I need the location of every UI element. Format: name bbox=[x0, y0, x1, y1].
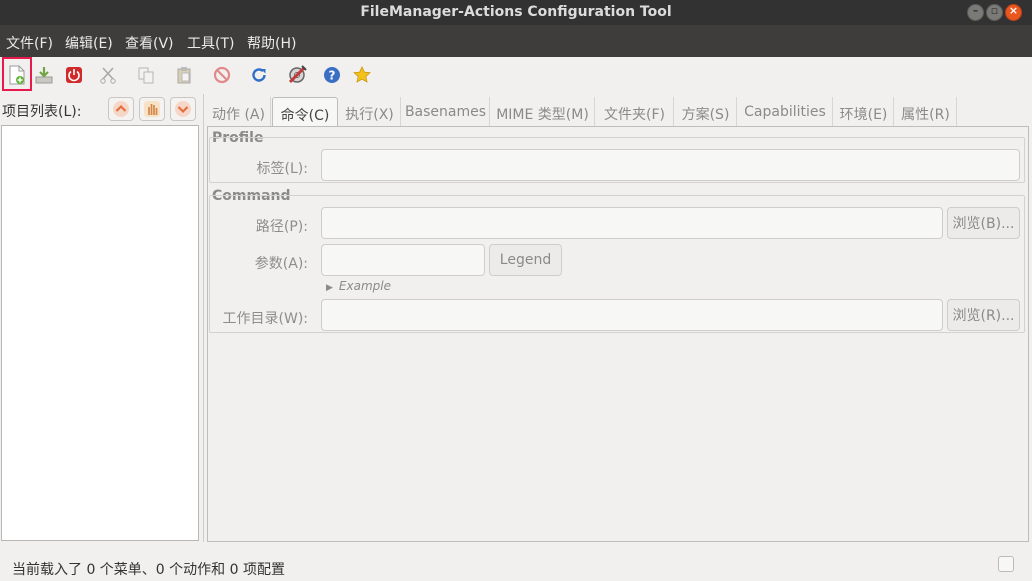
paste-icon bbox=[177, 67, 191, 84]
move-down-button[interactable] bbox=[170, 97, 196, 121]
tab-folders[interactable]: 文件夹(F) bbox=[596, 97, 674, 127]
delete-icon bbox=[213, 66, 231, 84]
tab-execution[interactable]: 执行(X) bbox=[339, 97, 401, 127]
copy-button[interactable] bbox=[135, 64, 157, 86]
status-text: 当前载入了 0 个菜单、0 个动作和 0 项配置 bbox=[12, 562, 285, 578]
close-icon: × bbox=[1008, 4, 1019, 17]
save-button[interactable] bbox=[33, 64, 55, 86]
menu-bar: 文件(F) 编辑(E) 查看(V) 工具(T) 帮助(H) bbox=[0, 25, 1032, 57]
menu-file[interactable]: 文件(F) bbox=[6, 33, 53, 53]
new-menu-icon bbox=[9, 65, 25, 85]
menu-tools[interactable]: 工具(T) bbox=[187, 33, 234, 53]
tab-properties[interactable]: 属性(R) bbox=[895, 97, 957, 127]
pane-divider[interactable] bbox=[203, 94, 204, 542]
move-up-button[interactable] bbox=[108, 97, 134, 121]
drag-handle-button[interactable] bbox=[139, 97, 165, 121]
paste-button[interactable] bbox=[173, 64, 195, 86]
save-icon bbox=[35, 67, 53, 84]
example-label: Example bbox=[338, 279, 391, 293]
menu-view[interactable]: 查看(V) bbox=[125, 33, 174, 53]
title-bar: FileManager-Actions Configuration Tool –… bbox=[0, 0, 1032, 25]
preferences-icon bbox=[288, 65, 307, 84]
maximize-button[interactable]: ▫ bbox=[986, 4, 1003, 21]
tab-command[interactable]: 命令(C) bbox=[272, 97, 338, 127]
browse-path-button[interactable]: 浏览(B)... bbox=[947, 207, 1020, 239]
tab-action[interactable]: 动作 (A) bbox=[207, 97, 271, 127]
browse-workdir-button[interactable]: 浏览(R)... bbox=[947, 299, 1020, 331]
reload-button[interactable] bbox=[248, 64, 270, 86]
toolbar: ? bbox=[0, 57, 1032, 92]
triangle-right-icon: ▶ bbox=[326, 283, 333, 293]
workdir-field-label: 工作目录(W): bbox=[222, 311, 308, 327]
example-expander[interactable]: ▶ Example bbox=[326, 279, 391, 293]
tab-basenames[interactable]: Basenames bbox=[402, 97, 490, 127]
status-checkbox[interactable] bbox=[998, 556, 1014, 572]
preferences-button[interactable] bbox=[286, 64, 308, 86]
legend-button[interactable]: Legend bbox=[489, 244, 562, 276]
label-field-label: 标签(L): bbox=[256, 161, 308, 177]
path-input[interactable] bbox=[321, 207, 943, 239]
window-title: FileManager-Actions Configuration Tool bbox=[360, 4, 672, 20]
minimize-button[interactable]: – bbox=[967, 4, 984, 21]
help-button[interactable]: ? bbox=[321, 64, 343, 86]
tab-schemes[interactable]: 方案(S) bbox=[675, 97, 737, 127]
cut-icon bbox=[100, 67, 116, 84]
copy-icon bbox=[138, 67, 154, 84]
workdir-input[interactable] bbox=[321, 299, 943, 331]
hand-icon bbox=[144, 101, 160, 117]
items-list-label: 项目列表(L): bbox=[2, 104, 82, 120]
tab-mime-types[interactable]: MIME 类型(M) bbox=[491, 97, 595, 127]
svg-text:?: ? bbox=[329, 69, 336, 83]
items-list[interactable] bbox=[1, 125, 199, 541]
cut-button[interactable] bbox=[97, 64, 119, 86]
status-bar: 当前载入了 0 个菜单、0 个动作和 0 项配置 bbox=[0, 549, 1032, 581]
menu-help[interactable]: 帮助(H) bbox=[247, 33, 296, 53]
delete-button[interactable] bbox=[211, 64, 233, 86]
path-field-label: 路径(P): bbox=[255, 219, 308, 235]
command-tab-page bbox=[207, 126, 1029, 542]
params-input[interactable] bbox=[321, 244, 485, 276]
tab-environment[interactable]: 环境(E) bbox=[834, 97, 894, 127]
about-icon bbox=[353, 66, 371, 83]
chevron-down-icon bbox=[175, 101, 191, 117]
label-input[interactable] bbox=[321, 149, 1020, 181]
reload-icon bbox=[252, 68, 266, 82]
about-button[interactable] bbox=[351, 64, 373, 86]
help-icon: ? bbox=[324, 67, 340, 83]
menu-edit[interactable]: 编辑(E) bbox=[65, 33, 113, 53]
quit-icon bbox=[66, 67, 82, 83]
new-menu-button[interactable] bbox=[6, 64, 28, 86]
tab-capabilities[interactable]: Capabilities bbox=[738, 97, 833, 127]
minimize-icon: – bbox=[972, 4, 979, 17]
quit-button[interactable] bbox=[63, 64, 85, 86]
params-field-label: 参数(A): bbox=[254, 256, 308, 272]
close-button[interactable]: × bbox=[1005, 4, 1022, 21]
chevron-up-icon bbox=[113, 101, 129, 117]
maximize-icon: ▫ bbox=[990, 4, 999, 17]
